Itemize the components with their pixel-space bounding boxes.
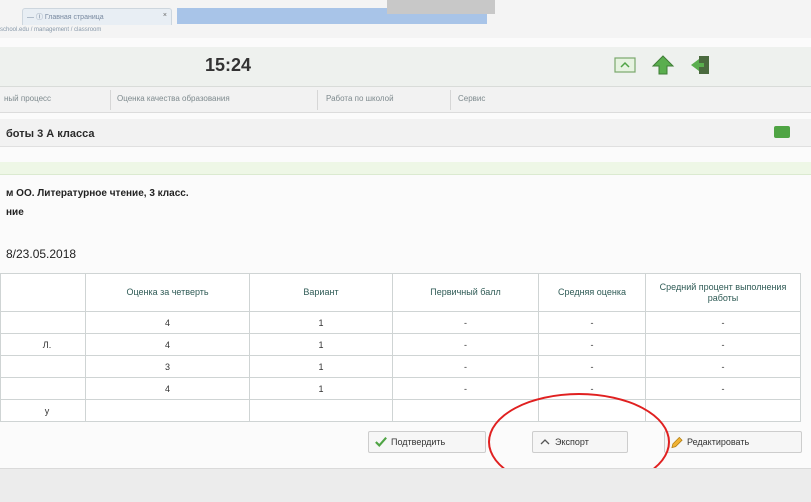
column-header — [0, 273, 86, 312]
primary-score-cell: - — [392, 355, 539, 378]
nav-item-process[interactable]: ный процесс — [4, 94, 51, 103]
up-arrow-icon[interactable] — [648, 52, 678, 78]
nav-item-service[interactable]: Сервис — [458, 94, 485, 103]
tab-close-icon[interactable]: × — [163, 12, 167, 19]
table-header-row: Оценка за четверть Вариант Первичный бал… — [0, 273, 801, 312]
footer-bar — [0, 468, 811, 502]
column-header-quarter-grade[interactable]: Оценка за четверть — [85, 273, 250, 312]
primary-score-cell — [392, 399, 539, 422]
primary-score-cell: - — [392, 377, 539, 400]
export-button[interactable]: Экспорт — [532, 431, 628, 453]
table-row: 3 1 - - - — [0, 355, 801, 378]
student-cell — [0, 355, 86, 378]
tab-label: — Ⓘ Главная страница — [27, 14, 104, 21]
subject-subtitle: ние — [6, 207, 24, 218]
results-table: Оценка за четверть Вариант Первичный бал… — [0, 273, 801, 422]
table-row: у — [0, 399, 801, 422]
table-row: 4 1 - - - — [0, 311, 801, 334]
chevron-up-icon — [539, 436, 551, 448]
variant-cell: 1 — [249, 377, 393, 400]
table-row: 4 1 - - - — [0, 377, 801, 400]
nav-divider — [110, 90, 111, 110]
exit-icon[interactable] — [686, 52, 716, 78]
variant-cell: 1 — [249, 355, 393, 378]
pencil-icon — [671, 436, 683, 448]
nav-divider — [450, 90, 451, 110]
average-grade-cell: - — [538, 355, 646, 378]
average-grade-cell: - — [538, 311, 646, 334]
screen-icon[interactable] — [610, 52, 640, 78]
status-band — [0, 162, 811, 175]
confirm-label: Подтвердить — [391, 437, 446, 447]
primary-score-cell: - — [392, 333, 539, 356]
clock-display: 15:24 — [205, 55, 252, 75]
nav-divider — [317, 90, 318, 110]
variant-cell: 1 — [249, 333, 393, 356]
student-cell — [0, 311, 86, 334]
student-cell: Л. — [0, 333, 86, 356]
window-control-area — [387, 0, 495, 14]
column-header-average-grade[interactable]: Средняя оценка — [538, 273, 646, 312]
average-percent-cell: - — [645, 333, 801, 356]
page-title-bar — [0, 119, 811, 147]
nav-item-school[interactable]: Работа по школой — [326, 94, 394, 103]
variant-cell — [249, 399, 393, 422]
date-range: 8/23.05.2018 — [6, 247, 77, 261]
average-percent-cell: - — [645, 377, 801, 400]
confirm-button[interactable]: Подтвердить — [368, 431, 486, 453]
edit-label: Редактировать — [687, 437, 750, 447]
average-percent-cell: - — [645, 311, 801, 334]
average-percent-cell: - — [645, 355, 801, 378]
student-cell — [0, 377, 86, 400]
browser-tab[interactable]: — Ⓘ Главная страница × — [22, 8, 172, 25]
nav-item-quality[interactable]: Оценка качества образования — [117, 94, 230, 103]
quarter-grade-cell: 4 — [85, 377, 250, 400]
checkmark-icon — [375, 436, 387, 448]
edit-button[interactable]: Редактировать — [664, 431, 802, 453]
subject-info: м ОО. Литературное чтение, 3 класс. — [6, 188, 189, 199]
variant-cell: 1 — [249, 311, 393, 334]
quarter-grade-cell — [85, 399, 250, 422]
page-title: боты 3 А класса — [6, 128, 95, 140]
quarter-grade-cell: 4 — [85, 311, 250, 334]
average-percent-cell — [645, 399, 801, 422]
quarter-grade-cell: 4 — [85, 333, 250, 356]
average-grade-cell — [538, 399, 646, 422]
column-header-variant[interactable]: Вариант — [249, 273, 393, 312]
average-grade-cell: - — [538, 333, 646, 356]
student-cell: у — [0, 399, 86, 422]
column-header-primary-score[interactable]: Первичный балл — [392, 273, 539, 312]
url-text: school.edu / management / classroom — [0, 27, 102, 33]
average-grade-cell: - — [538, 377, 646, 400]
export-label: Экспорт — [555, 437, 589, 447]
column-header-average-percent[interactable]: Средний процент выполнения работы — [645, 273, 801, 312]
table-row: Л. 4 1 - - - — [0, 333, 801, 356]
quarter-grade-cell: 3 — [85, 355, 250, 378]
primary-score-cell: - — [392, 311, 539, 334]
panel-action-button[interactable] — [774, 126, 790, 138]
